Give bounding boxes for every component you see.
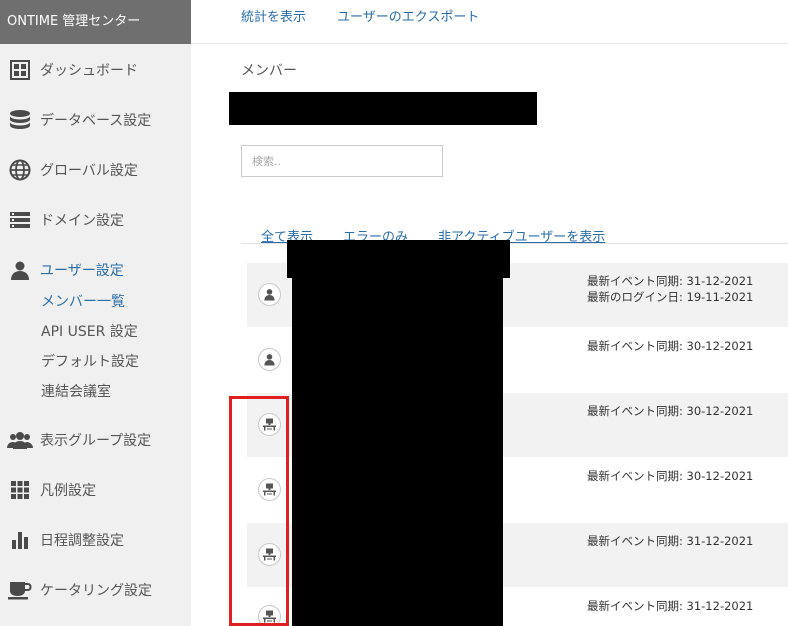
last-login-text: 最新のログイン日: 19-11-2021 <box>587 290 754 304</box>
sidebar-item-label: グローバル設定 <box>40 163 138 179</box>
globe-icon <box>0 150 40 190</box>
sidebar-item-display-groups[interactable]: 表示グループ設定 <box>0 420 191 460</box>
server-list-icon <box>0 200 40 240</box>
last-sync-text: 最新イベント同期: 30-12-2021 <box>587 469 754 483</box>
top-bar: 統計を表示 ユーザーのエクスポート <box>191 0 788 44</box>
search-input[interactable] <box>241 145 443 177</box>
last-sync-text: 最新イベント同期: 30-12-2021 <box>587 404 754 418</box>
database-icon <box>0 100 40 140</box>
user-icon <box>0 250 40 290</box>
redacted-block <box>292 260 503 626</box>
grid-icon <box>0 470 40 510</box>
sidebar-item-catering[interactable]: ケータリング設定 <box>0 570 191 610</box>
page-title: メンバー <box>241 63 297 79</box>
sidebar-item-label: ドメイン設定 <box>40 213 124 229</box>
admin-console: ONTIME 管理センター ダッシュボード データベース設定 グローバル設定 ド… <box>0 0 788 626</box>
sidebar-item-label: 日程調整設定 <box>40 533 124 549</box>
sidebar-item-domain[interactable]: ドメイン設定 <box>0 200 191 240</box>
sidebar-item-label: ダッシュボード <box>40 63 138 79</box>
person-icon <box>258 348 281 371</box>
subitem-linked-rooms[interactable]: 連結会議室 <box>41 382 111 402</box>
sidebar-item-label: ケータリング設定 <box>40 583 152 599</box>
subitem-default-settings[interactable]: デフォルト設定 <box>41 352 139 372</box>
last-sync-text: 最新イベント同期: 31-12-2021 <box>587 534 754 548</box>
view-stats-link[interactable]: 統計を表示 <box>241 0 306 36</box>
sidebar: ONTIME 管理センター ダッシュボード データベース設定 グローバル設定 ド… <box>0 0 191 626</box>
sidebar-item-global[interactable]: グローバル設定 <box>0 150 191 190</box>
subitem-api-user[interactable]: API USER 設定 <box>41 322 138 342</box>
person-icon <box>258 283 281 306</box>
subitem-member-list[interactable]: メンバー一覧 <box>41 292 125 312</box>
last-sync-text: 最新イベント同期: 31-12-2021 <box>587 274 754 288</box>
sidebar-item-scheduling[interactable]: 日程調整設定 <box>0 520 191 560</box>
coffee-cup-icon <box>0 570 40 610</box>
highlight-box <box>229 396 289 626</box>
last-sync-text: 最新イベント同期: 30-12-2021 <box>587 339 754 353</box>
redacted-block <box>229 92 537 125</box>
bar-chart-icon <box>0 520 40 560</box>
sidebar-item-label: データベース設定 <box>40 113 152 129</box>
last-sync-text: 最新イベント同期: 31-12-2021 <box>587 599 754 613</box>
sidebar-item-legend[interactable]: 凡例設定 <box>0 470 191 510</box>
sidebar-item-label: ユーザー設定 <box>40 263 124 279</box>
group-icon <box>0 420 40 460</box>
sidebar-item-user-settings[interactable]: ユーザー設定 <box>0 250 191 290</box>
sidebar-item-label: 表示グループ設定 <box>40 433 152 449</box>
sidebar-item-database[interactable]: データベース設定 <box>0 100 191 140</box>
sidebar-item-label: 凡例設定 <box>40 483 96 499</box>
app-title: ONTIME 管理センター <box>0 0 191 44</box>
dashboard-icon <box>0 50 40 90</box>
export-users-link[interactable]: ユーザーのエクスポート <box>337 0 479 36</box>
sidebar-item-dashboard[interactable]: ダッシュボード <box>0 50 191 90</box>
